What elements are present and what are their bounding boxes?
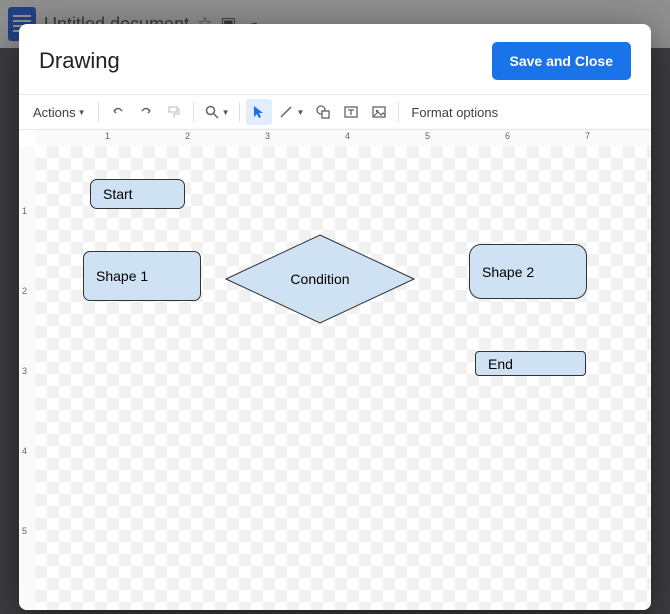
chevron-down-icon: ▼ [222, 108, 230, 117]
shape-start[interactable]: Start [90, 179, 185, 209]
ruler-horizontal: 1 2 3 4 5 6 7 [35, 130, 651, 146]
shape-label: Shape 1 [96, 268, 148, 284]
format-label: Format options [411, 105, 498, 120]
select-tool[interactable] [246, 99, 272, 125]
actions-label: Actions [33, 105, 76, 120]
save-and-close-button[interactable]: Save and Close [492, 42, 632, 80]
shape-tool[interactable] [310, 99, 336, 125]
paint-format-button[interactable] [161, 99, 187, 125]
ruler-vertical: 1 2 3 4 5 [19, 146, 35, 610]
shape-condition[interactable]: Condition [225, 234, 415, 324]
drawing-workspace: 1 2 3 4 5 Start Shape 1 Condition Shape … [19, 146, 651, 610]
undo-button[interactable] [105, 99, 131, 125]
drawing-toolbar: Actions ▼ [19, 94, 651, 130]
shape-end[interactable]: End [475, 351, 586, 376]
toolbar-separator [398, 102, 399, 122]
image-tool[interactable] [366, 99, 392, 125]
shape-label: Condition [225, 234, 415, 324]
textbox-tool[interactable] [338, 99, 364, 125]
toolbar-separator [239, 102, 240, 122]
chevron-down-icon: ▼ [78, 108, 86, 117]
redo-button[interactable] [133, 99, 159, 125]
shape-icon [315, 104, 331, 120]
textbox-icon [343, 104, 359, 120]
drawing-canvas[interactable]: Start Shape 1 Condition Shape 2 End [35, 146, 651, 610]
shape-shape1[interactable]: Shape 1 [83, 251, 201, 301]
shape-shape2[interactable]: Shape 2 [469, 244, 587, 299]
zoom-menu[interactable]: ▼ [200, 99, 234, 125]
toolbar-separator [98, 102, 99, 122]
drawing-title: Drawing [39, 48, 492, 74]
redo-icon [138, 104, 154, 120]
drawing-header: Drawing Save and Close [19, 24, 651, 94]
zoom-icon [204, 104, 220, 120]
cursor-icon [251, 104, 267, 120]
chevron-down-icon: ▼ [296, 108, 304, 117]
toolbar-separator [193, 102, 194, 122]
paint-roller-icon [166, 104, 182, 120]
format-options-button[interactable]: Format options [405, 99, 504, 125]
drawing-modal: Drawing Save and Close Actions ▼ [19, 24, 651, 610]
undo-icon [110, 104, 126, 120]
shape-label: End [488, 356, 513, 372]
line-icon [278, 104, 294, 120]
image-icon [371, 104, 387, 120]
shape-label: Start [103, 186, 133, 202]
line-tool[interactable]: ▼ [274, 99, 308, 125]
shape-label: Shape 2 [482, 264, 534, 280]
actions-menu[interactable]: Actions ▼ [27, 99, 92, 125]
